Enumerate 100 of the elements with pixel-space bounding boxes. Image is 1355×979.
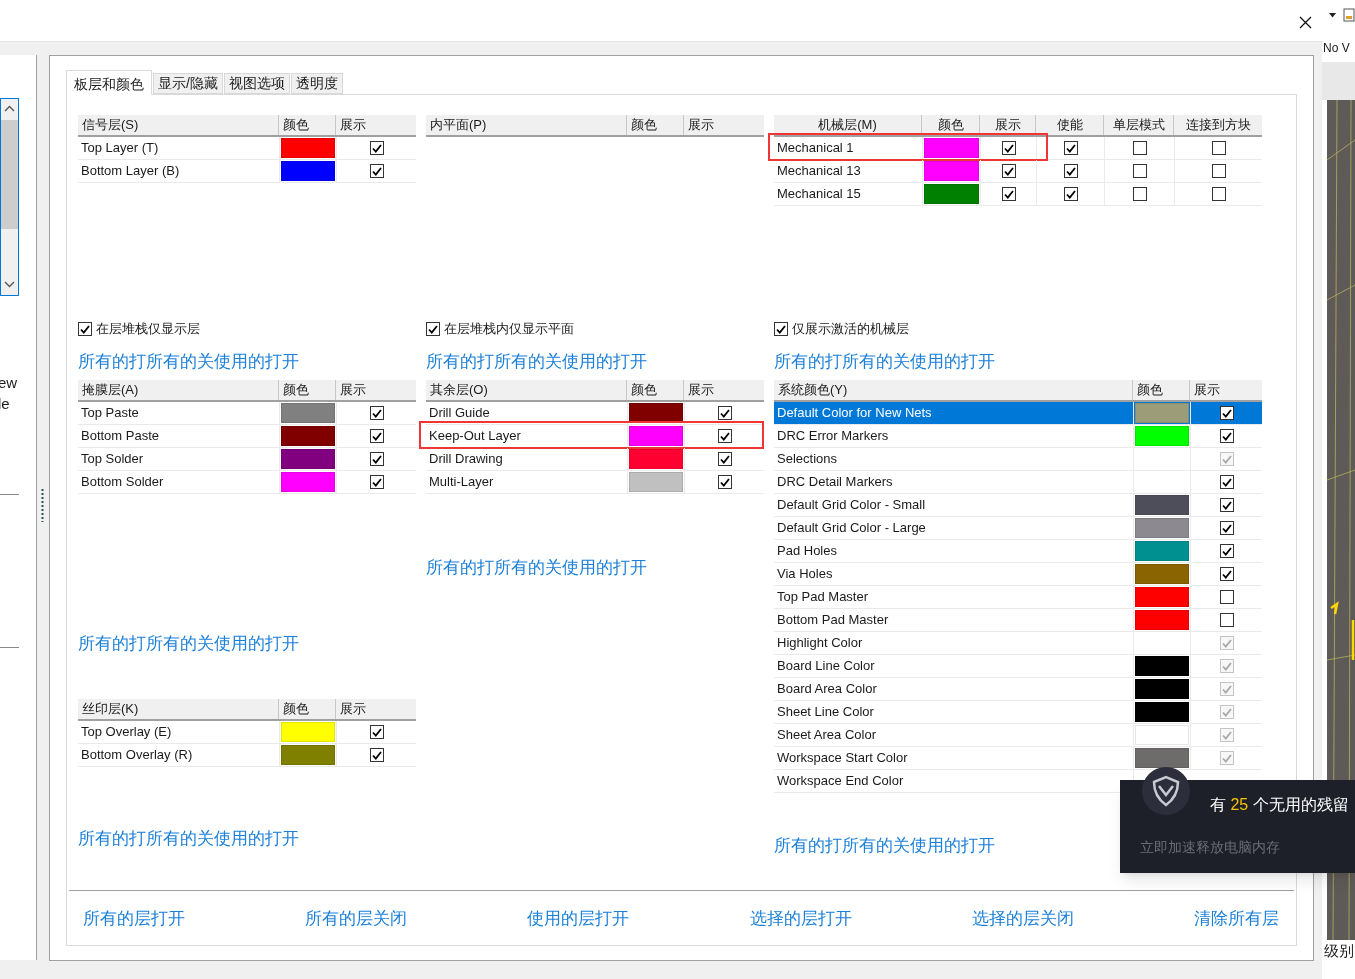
link[interactable]: 使用的打开: [214, 827, 299, 851]
link[interactable]: 所有的打: [78, 350, 146, 374]
splitter-grip-icon[interactable]: [41, 488, 44, 523]
checkbox[interactable]: [1219, 406, 1234, 420]
checkbox[interactable]: [369, 429, 384, 443]
scrollbar[interactable]: [0, 98, 19, 296]
column-header[interactable]: 丝印层(K): [78, 699, 279, 719]
column-header[interactable]: 颜色: [627, 380, 684, 400]
column-header[interactable]: 颜色: [922, 115, 980, 135]
link[interactable]: 所有的打: [774, 834, 842, 858]
color-swatch[interactable]: [1135, 587, 1189, 607]
color-swatch[interactable]: [924, 161, 979, 181]
table-row[interactable]: Workspace Start Color: [774, 747, 1262, 770]
close-icon[interactable]: [1299, 16, 1312, 29]
checkbox[interactable]: [1219, 429, 1234, 443]
link[interactable]: 使用的层打开: [527, 907, 630, 931]
checkbox[interactable]: [1001, 164, 1016, 178]
checkbox[interactable]: [717, 406, 732, 420]
column-header[interactable]: 展示: [980, 115, 1036, 135]
table-row[interactable]: Default Grid Color - Large: [774, 517, 1262, 540]
column-header[interactable]: 其余层(O): [426, 380, 627, 400]
checkbox[interactable]: [1001, 187, 1016, 201]
notification-popup[interactable]: 有 25 个无用的残留 立即加速释放电脑内存: [1120, 780, 1355, 873]
link[interactable]: 所有的关: [146, 632, 214, 656]
link[interactable]: 所有的关: [146, 827, 214, 851]
color-swatch[interactable]: [1135, 748, 1189, 768]
table-row[interactable]: Bottom Pad Master: [774, 609, 1262, 632]
link[interactable]: 所有的层关闭: [305, 907, 408, 931]
column-header[interactable]: 颜色: [1133, 380, 1190, 400]
table-row[interactable]: Sheet Line Color: [774, 701, 1262, 724]
checkbox[interactable]: [369, 475, 384, 489]
tab[interactable]: 透明度: [290, 73, 343, 94]
column-header[interactable]: 展示: [336, 380, 416, 400]
column-header[interactable]: 单层模式: [1104, 115, 1174, 135]
column-header[interactable]: 展示: [336, 115, 416, 135]
table-row[interactable]: Selections: [774, 448, 1262, 471]
link[interactable]: 所有的关: [494, 350, 562, 374]
column-header[interactable]: 掩膜层(A): [78, 380, 279, 400]
checkbox[interactable]: [1132, 187, 1147, 201]
color-swatch[interactable]: [1135, 495, 1189, 515]
link[interactable]: 使用的打开: [910, 834, 995, 858]
tab[interactable]: 视图选项: [223, 73, 290, 94]
color-swatch[interactable]: [1135, 541, 1189, 561]
toolbar-icon[interactable]: [1343, 8, 1355, 22]
link[interactable]: 使用的打开: [562, 350, 647, 374]
color-swatch[interactable]: [281, 745, 335, 765]
checkbox[interactable]: [1219, 613, 1234, 627]
column-header[interactable]: 信号层(S): [78, 115, 279, 135]
scrollbar-thumb[interactable]: [1, 120, 18, 229]
link[interactable]: 所有的打: [426, 350, 494, 374]
checkbox[interactable]: [369, 141, 384, 155]
color-swatch[interactable]: [281, 722, 335, 742]
color-swatch[interactable]: [281, 472, 335, 492]
tab[interactable]: 板层和颜色: [66, 70, 152, 95]
table-row[interactable]: DRC Detail Markers: [774, 471, 1262, 494]
link[interactable]: 所有的关: [842, 834, 910, 858]
checkbox[interactable]: [1211, 141, 1226, 155]
color-swatch[interactable]: [924, 184, 979, 204]
table-row[interactable]: Sheet Area Color: [774, 724, 1262, 747]
checkbox[interactable]: [1219, 498, 1234, 512]
link[interactable]: 所有的关: [494, 556, 562, 580]
column-header[interactable]: 连接到方块: [1174, 115, 1262, 135]
column-header[interactable]: 内平面(P): [426, 115, 627, 135]
color-swatch[interactable]: [629, 426, 683, 446]
checkbox[interactable]: [1219, 521, 1234, 535]
table-row[interactable]: Board Area Color: [774, 678, 1262, 701]
color-swatch[interactable]: [629, 472, 683, 492]
checkbox[interactable]: [369, 725, 384, 739]
checkbox[interactable]: [717, 475, 732, 489]
color-swatch[interactable]: [1135, 656, 1189, 676]
link[interactable]: 所有的打: [426, 556, 494, 580]
color-swatch[interactable]: [281, 403, 335, 423]
link[interactable]: 选择的层打开: [749, 907, 852, 931]
checkbox[interactable]: [1219, 475, 1234, 489]
color-swatch[interactable]: [1135, 725, 1189, 745]
table-row[interactable]: Board Line Color: [774, 655, 1262, 678]
table-row[interactable]: DRC Error Markers: [774, 425, 1262, 448]
checkbox[interactable]: [426, 322, 440, 336]
color-swatch[interactable]: [281, 449, 335, 469]
color-swatch[interactable]: [1135, 702, 1189, 722]
column-header[interactable]: 颜色: [279, 115, 336, 135]
column-header[interactable]: 使能: [1036, 115, 1104, 135]
checkbox[interactable]: [369, 452, 384, 466]
checkbox[interactable]: [1219, 567, 1234, 581]
color-swatch[interactable]: [1135, 610, 1189, 630]
checkbox[interactable]: [717, 429, 732, 443]
checkbox[interactable]: [369, 164, 384, 178]
checkbox[interactable]: [774, 322, 788, 336]
checkbox[interactable]: [1211, 187, 1226, 201]
color-swatch[interactable]: [1135, 564, 1189, 584]
table-row[interactable]: Pad Holes: [774, 540, 1262, 563]
checkbox[interactable]: [1219, 590, 1234, 604]
checkbox[interactable]: [369, 406, 384, 420]
tab[interactable]: 显示/隐藏: [153, 73, 223, 94]
link[interactable]: 使用的打开: [214, 350, 299, 374]
checkbox[interactable]: [1219, 544, 1234, 558]
link[interactable]: 所有的层打开: [83, 907, 185, 931]
column-header[interactable]: 颜色: [627, 115, 684, 135]
table-row[interactable]: Via Holes: [774, 563, 1262, 586]
color-swatch[interactable]: [281, 138, 335, 158]
